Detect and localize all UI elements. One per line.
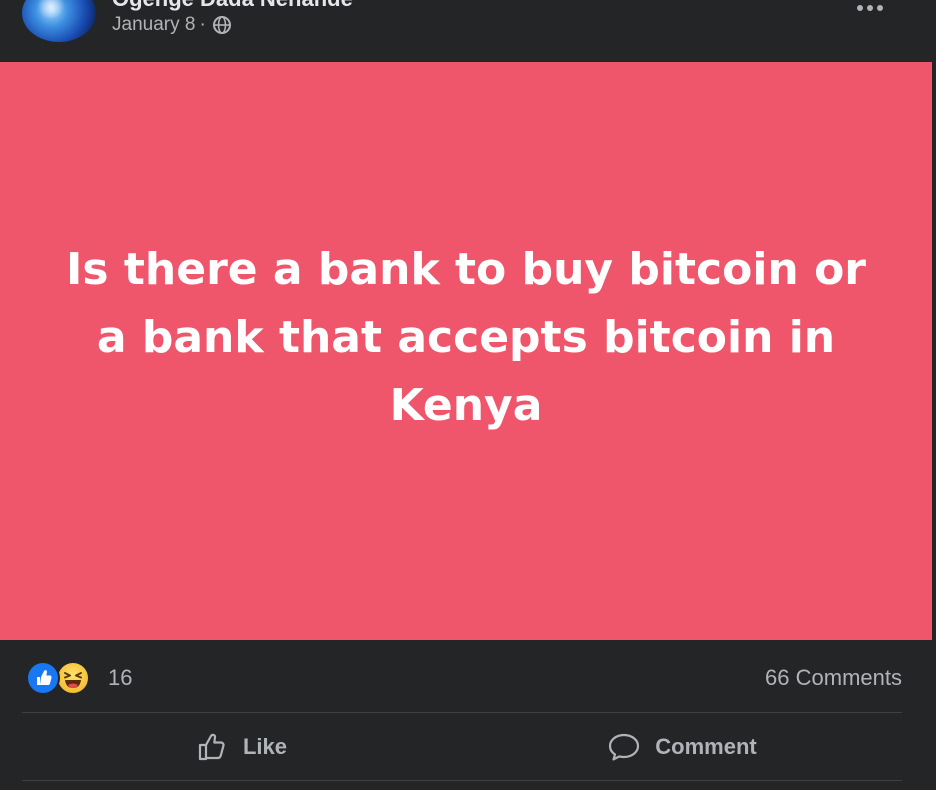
meta-separator: · bbox=[199, 14, 206, 35]
comments-count-link[interactable]: 66 Comments bbox=[765, 665, 902, 691]
post-text: Is there a bank to buy bitcoin or a bank… bbox=[65, 244, 866, 431]
reactions-row: 16 66 Comments bbox=[22, 658, 902, 698]
reaction-icons[interactable] bbox=[26, 661, 98, 695]
divider-bottom bbox=[22, 780, 902, 781]
thumbs-up-icon bbox=[197, 732, 229, 762]
action-bar: Like Comment bbox=[22, 713, 902, 780]
comment-button[interactable]: Comment bbox=[462, 713, 902, 780]
comment-label: Comment bbox=[655, 733, 757, 759]
like-label: Like bbox=[242, 733, 288, 759]
post-header: Ogenge Dada Nehande January 8 · bbox=[0, 0, 936, 62]
post-card: Ogenge Dada Nehande January 8 · Is there… bbox=[0, 0, 936, 790]
like-button[interactable]: Like bbox=[22, 713, 462, 780]
reaction-count[interactable]: 16 bbox=[108, 665, 132, 691]
like-reaction-icon bbox=[26, 661, 60, 695]
more-options-button[interactable] bbox=[850, 0, 890, 20]
author-avatar[interactable] bbox=[22, 0, 96, 42]
globe-icon[interactable] bbox=[212, 15, 232, 35]
post-date[interactable]: January 8 bbox=[112, 14, 195, 36]
comment-icon bbox=[607, 732, 641, 762]
author-name[interactable]: Ogenge Dada Nehande bbox=[112, 0, 353, 12]
post-content[interactable]: Is there a bank to buy bitcoin or a bank… bbox=[0, 62, 932, 640]
haha-reaction-icon bbox=[56, 661, 90, 695]
more-icon bbox=[857, 5, 883, 11]
post-meta: January 8 · bbox=[112, 14, 232, 36]
